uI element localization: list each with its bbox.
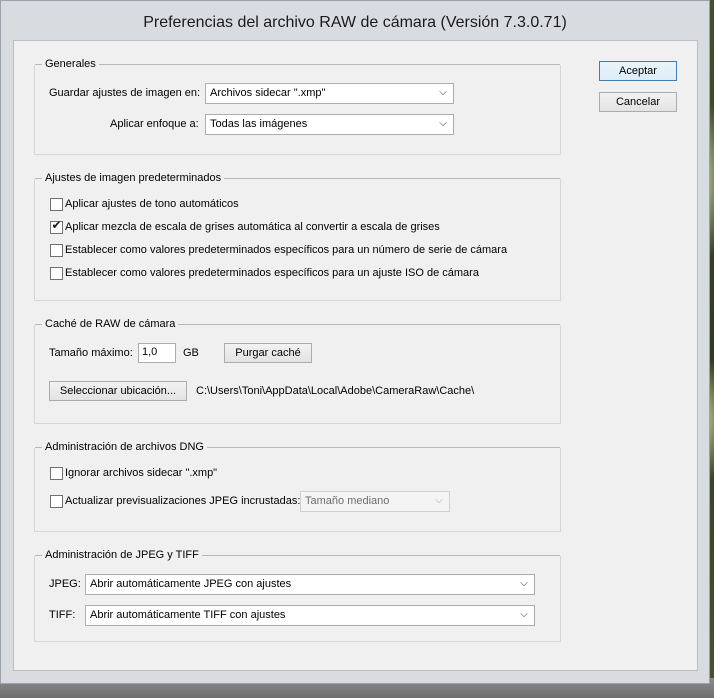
defaults-group: Ajustes de imagen predeterminados [34,172,561,301]
dng-group: Administración de archivos DNG [34,441,561,532]
auto-grayscale-checkbox[interactable]: ✔ [50,218,63,234]
select-location-button[interactable]: Seleccionar ubicación... [49,381,187,401]
jpeg-label: JPEG: [49,578,81,590]
jpeg-tiff-group-frame [34,556,561,642]
max-size-label: Tamaño máximo: [49,347,133,359]
chevron-down-icon: ⌵ [439,87,447,98]
iso-defaults-label: Establecer como valores predeterminados … [65,267,479,279]
jpeg-tiff-group-title: Administración de JPEG y TIFF [42,549,202,561]
auto-grayscale-label: Aplicar mezcla de escala de grises autom… [65,221,440,233]
general-group-frame [34,65,561,155]
chevron-down-icon: ⌵ [520,609,528,620]
cache-group-title: Caché de RAW de cámara [42,318,179,330]
iso-defaults-checkbox[interactable] [50,267,63,280]
jpeg-handling-value: Abrir automáticamente JPEG con ajustes [90,578,292,590]
preferences-dialog: Preferencias del archivo RAW de cámara (… [0,0,710,684]
chevron-down-icon: ⌵ [435,495,443,506]
sharpen-label: Aplicar enfoque a: [110,118,199,130]
cancel-button[interactable]: Cancelar [599,92,677,112]
preview-size-value: Tamaño mediano [305,495,390,507]
sharpen-select[interactable]: Todas las imágenes ⌵ [205,114,454,135]
tiff-label: TIFF: [49,609,76,621]
update-previews-label: Actualizar previsualizaciones JPEG incru… [65,495,301,507]
max-size-unit: GB [183,347,199,359]
serial-defaults-checkbox[interactable] [50,244,63,257]
dialog-title: Preferencias del archivo RAW de cámara (… [143,14,567,31]
max-size-input[interactable]: 1,0 [138,343,176,363]
chevron-down-icon: ⌵ [439,118,447,129]
save-settings-select[interactable]: Archivos sidecar ".xmp" ⌵ [205,83,454,104]
chevron-down-icon: ⌵ [520,578,528,589]
general-group-title: Generales [42,58,99,70]
ok-button[interactable]: Aceptar [599,61,677,81]
cache-group-frame [34,325,561,424]
auto-tone-label: Aplicar ajustes de tono automáticos [65,198,239,210]
jpeg-tiff-group: Administración de JPEG y TIFF [34,549,561,642]
checkmark-icon: ✔ [51,218,62,232]
preview-size-select: Tamaño mediano ⌵ [300,491,450,512]
ignore-sidecar-checkbox[interactable] [50,467,63,480]
tiff-handling-value: Abrir automáticamente TIFF con ajustes [90,609,286,621]
dng-group-title: Administración de archivos DNG [42,441,207,453]
defaults-group-title: Ajustes de imagen predeterminados [42,172,225,184]
title-bar[interactable]: Preferencias del archivo RAW de cámara (… [1,1,709,39]
dng-group-frame [34,448,561,532]
cache-group: Caché de RAW de cámara [34,318,561,424]
sharpen-value: Todas las imágenes [210,118,308,130]
save-settings-value: Archivos sidecar ".xmp" [210,87,326,99]
auto-tone-checkbox[interactable] [50,198,63,211]
jpeg-handling-select[interactable]: Abrir automáticamente JPEG con ajustes ⌵ [85,574,535,595]
update-previews-checkbox[interactable] [50,495,63,508]
purge-cache-button[interactable]: Purgar caché [224,343,312,363]
general-group: Generales [34,58,561,155]
cache-path: C:\Users\Toni\AppData\Local\Adobe\Camera… [196,385,475,397]
serial-defaults-label: Establecer como valores predeterminados … [65,244,508,256]
ignore-sidecar-label: Ignorar archivos sidecar ".xmp" [65,467,218,479]
tiff-handling-select[interactable]: Abrir automáticamente TIFF con ajustes ⌵ [85,605,535,626]
dialog-content: Aceptar Cancelar Generales Guardar ajust… [13,40,698,671]
save-settings-label: Guardar ajustes de imagen en: [49,87,201,99]
